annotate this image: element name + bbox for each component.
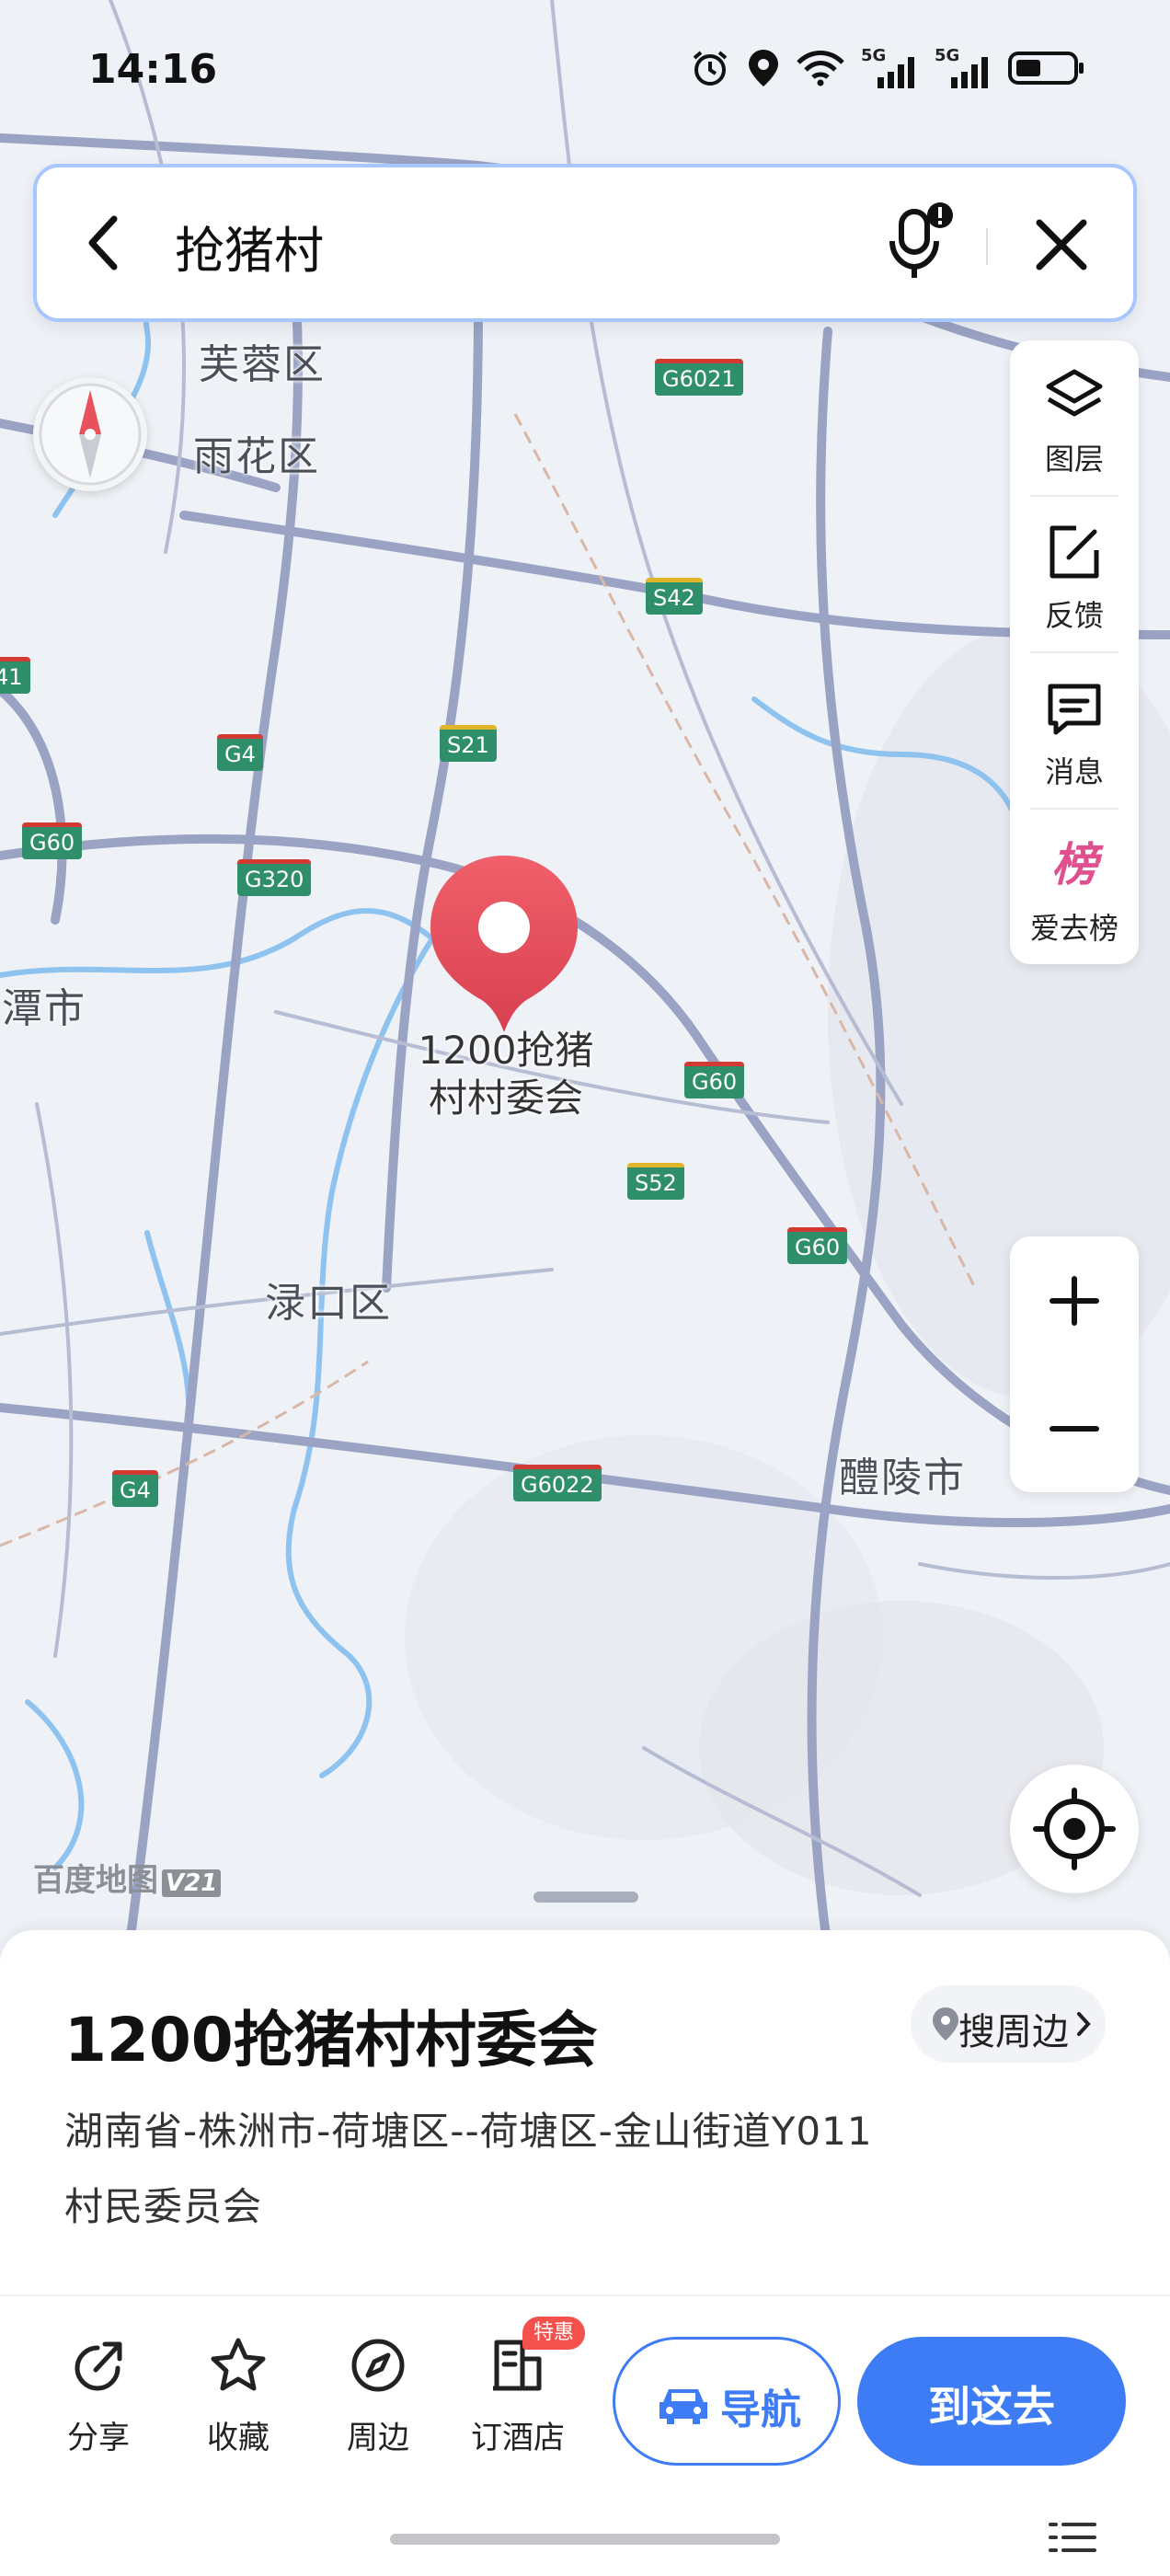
- message-icon: [1048, 684, 1101, 735]
- map-tools-panel: 图层 反馈 消息 榜 爱去榜: [1010, 340, 1139, 964]
- ranking-badge-icon: 榜: [1051, 838, 1097, 891]
- navigate-button[interactable]: 导航: [613, 2337, 841, 2466]
- nearby-button[interactable]: 周边: [318, 2335, 438, 2464]
- road-shield: G60: [684, 1062, 745, 1098]
- place-label: 渌口区: [265, 1280, 392, 1327]
- action-divider: [0, 2294, 1170, 2296]
- ranking-button[interactable]: 榜 爱去榜: [1010, 810, 1139, 964]
- feedback-edit-icon: [1050, 525, 1099, 579]
- status-icons: 5G 5G: [690, 46, 1085, 88]
- search-divider: [986, 228, 988, 265]
- pin-icon: [933, 2007, 958, 2041]
- pin-label: 1200抢猪 村村委会: [418, 1028, 594, 1121]
- place-label: 雨花区: [193, 433, 320, 480]
- messages-button[interactable]: 消息: [1010, 653, 1139, 808]
- status-bar: 14:16 5G 5G: [0, 37, 1170, 110]
- my-location-button[interactable]: [1010, 1765, 1139, 1893]
- layers-button[interactable]: 图层: [1010, 340, 1139, 495]
- road-shield: S21: [440, 725, 497, 762]
- chevron-right-icon: [1077, 2012, 1091, 2036]
- road-shield: G320: [237, 859, 312, 896]
- road-shield: G60: [22, 822, 83, 859]
- zoom-out-button[interactable]: [1010, 1364, 1139, 1492]
- road-shield: G6022: [513, 1465, 602, 1501]
- book-hotel-button[interactable]: 订酒店: [458, 2335, 578, 2464]
- road-shield: G4: [217, 734, 263, 771]
- alarm-icon: [693, 51, 728, 86]
- place-label: 芙蓉区: [199, 341, 326, 388]
- map-watermark: 百度地图 V21: [33, 1855, 222, 1900]
- location-pin-icon[interactable]: [425, 854, 583, 1034]
- place-detail-sheet: 1200抢猪村村委会 搜周边 湖南省-株洲市-荷塘区--荷塘区-金山街道Y011…: [0, 1930, 1170, 2576]
- road-shield: G4: [112, 1470, 158, 1507]
- zoom-in-button[interactable]: [1010, 1236, 1139, 1364]
- zoom-controls: [1010, 1236, 1139, 1492]
- place-address: 湖南省-株洲市-荷塘区--荷塘区-金山街道Y011 村民委员会: [64, 2109, 873, 2229]
- star-icon: [211, 2338, 266, 2391]
- search-nearby-button[interactable]: 搜周边: [911, 1985, 1106, 2063]
- favorite-button[interactable]: 收藏: [178, 2335, 298, 2464]
- compass-button[interactable]: [33, 377, 147, 491]
- road-shield: 41: [0, 657, 30, 694]
- home-indicator[interactable]: [390, 2534, 780, 2545]
- search-query[interactable]: 抢猪村: [175, 210, 324, 282]
- deal-badge: 特惠: [522, 2317, 586, 2350]
- crosshair-icon: [1033, 1788, 1116, 1870]
- signal-2-icon: 5G: [935, 46, 992, 88]
- road-shield: G6021: [655, 359, 743, 396]
- location-status-icon: [749, 50, 778, 86]
- voice-input-icon[interactable]: [885, 201, 958, 283]
- layers-icon: [1046, 369, 1103, 417]
- sheet-drag-handle[interactable]: [533, 1892, 638, 1903]
- compass-icon: [351, 2339, 405, 2392]
- feedback-button[interactable]: 反馈: [1010, 497, 1139, 651]
- road-shield: S52: [627, 1163, 684, 1200]
- car-icon: [660, 2389, 707, 2424]
- go-here-button[interactable]: 到这去: [857, 2337, 1126, 2466]
- status-clock: 14:16: [88, 46, 218, 93]
- share-icon: [75, 2341, 122, 2391]
- battery-icon: [1008, 52, 1084, 85]
- share-button[interactable]: 分享: [39, 2335, 158, 2464]
- road-shield: S42: [646, 578, 703, 615]
- signal-1-icon: 5G: [861, 46, 918, 88]
- place-title: 1200抢猪村村委会: [64, 2005, 598, 2076]
- back-arrow-icon[interactable]: [74, 206, 138, 280]
- place-label: 醴陵市: [839, 1455, 966, 1501]
- place-label: 湘潭市: [0, 985, 86, 1032]
- menu-icon[interactable]: [1047, 2519, 1098, 2556]
- compass-needle-icon: [39, 383, 142, 486]
- search-bar[interactable]: 抢猪村: [33, 164, 1137, 322]
- wifi-icon: [797, 51, 844, 86]
- close-icon[interactable]: [1025, 208, 1098, 282]
- road-shield: G60: [787, 1227, 848, 1264]
